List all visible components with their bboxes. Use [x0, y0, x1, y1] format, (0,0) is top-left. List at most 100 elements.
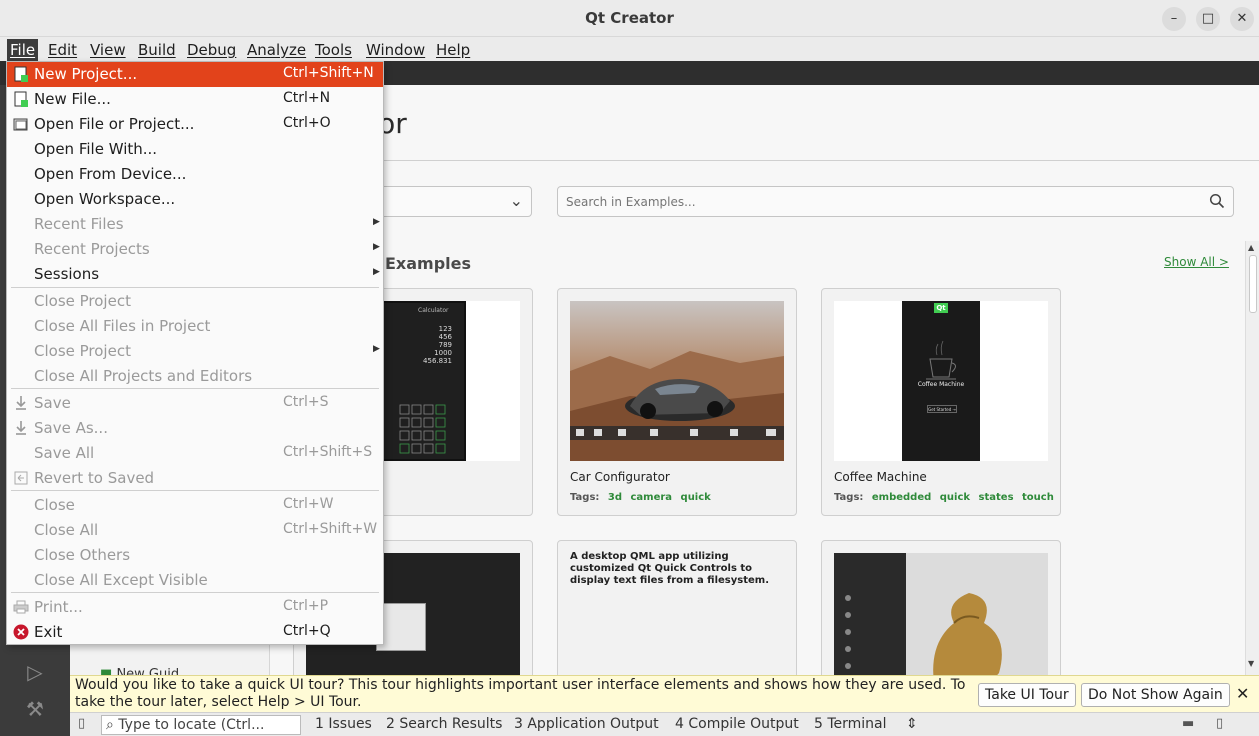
- open-folder-icon: [13, 118, 28, 131]
- tag-link[interactable]: embedded: [872, 492, 931, 503]
- menu-item-open-workspace[interactable]: Open Workspace...: [7, 187, 383, 212]
- menu-file[interactable]: File: [7, 39, 39, 61]
- toggle-right-sidebar-icon[interactable]: ▯: [1216, 716, 1223, 731]
- menu-help[interactable]: Help: [433, 39, 473, 61]
- minimize-button[interactable]: –: [1162, 7, 1186, 31]
- tab-issues[interactable]: 1 Issues: [315, 716, 372, 732]
- menu-item-save-as[interactable]: Save As...: [7, 416, 383, 441]
- toggle-sidebar-icon[interactable]: ▯: [78, 716, 85, 731]
- chevron-down-icon: ⌄: [509, 191, 523, 210]
- menu-item-open-file-with[interactable]: Open File With...: [7, 137, 383, 162]
- menu-item-new-file[interactable]: New File... Ctrl+N: [7, 87, 383, 112]
- run-debug-icon[interactable]: ▷: [24, 660, 46, 684]
- section-title: Examples: [385, 254, 472, 273]
- vertical-scrollbar[interactable]: ▲ ▼: [1245, 241, 1259, 675]
- menu-item-open-file-or-project[interactable]: Open File or Project... Ctrl+O: [7, 112, 383, 137]
- example-tags: Tags: 3d camera quick: [570, 492, 711, 503]
- menu-item-recent-projects[interactable]: Recent Projects ▶: [7, 237, 383, 262]
- menu-item-close-all[interactable]: Close All Ctrl+Shift+W: [7, 518, 383, 543]
- do-not-show-again-button[interactable]: Do Not Show Again: [1081, 683, 1230, 707]
- divider: [270, 160, 1259, 161]
- menu-item-close-all-files-in-project[interactable]: Close All Files in Project: [7, 314, 383, 339]
- menu-item-close-all-except-visible[interactable]: Close All Except Visible: [7, 568, 383, 593]
- progress-toggle-icon[interactable]: ▬: [1182, 716, 1194, 731]
- tour-message: Would you like to take a quick UI tour? …: [75, 677, 966, 710]
- tag-link[interactable]: quick: [681, 492, 711, 503]
- printer-icon: [13, 600, 29, 614]
- menu-item-close-project[interactable]: Close Project: [7, 289, 383, 314]
- more-tabs-icon[interactable]: ⇕: [906, 716, 918, 732]
- status-bar: ▯ ⌕ Type to locate (Ctrl... 1 Issues 2 S…: [70, 712, 1259, 736]
- tag-link[interactable]: states: [979, 492, 1014, 503]
- menu-item-close[interactable]: Close Ctrl+W: [7, 493, 383, 518]
- coffee-cup-icon: [926, 340, 956, 380]
- submenu-arrow-icon: ▶: [373, 242, 380, 252]
- save-as-icon: [16, 421, 26, 435]
- car-image: [570, 301, 784, 461]
- menu-item-print[interactable]: Print... Ctrl+P: [7, 595, 383, 620]
- search-icon: ⌕: [106, 717, 114, 733]
- example-name: Coffee Machine: [834, 470, 927, 484]
- ui-tour-infobar: Would you like to take a quick UI tour? …: [70, 675, 1259, 712]
- submenu-arrow-icon: ▶: [373, 217, 380, 227]
- tag-link[interactable]: 3d: [608, 492, 622, 503]
- menu-separator: [11, 388, 379, 389]
- tag-link[interactable]: camera: [630, 492, 672, 503]
- build-hammer-icon[interactable]: ⚒: [24, 697, 46, 721]
- submenu-arrow-icon: ▶: [373, 344, 380, 354]
- menu-item-new-project[interactable]: New Project... Ctrl+Shift+N: [7, 62, 383, 87]
- tab-search-results[interactable]: 2 Search Results: [386, 716, 502, 732]
- tab-compile-output[interactable]: 4 Compile Output: [675, 716, 799, 732]
- example-card-coffee-machine[interactable]: Qt Coffee Machine Get Started → Coffee M…: [821, 288, 1061, 516]
- menu-item-save[interactable]: Save Ctrl+S: [7, 391, 383, 416]
- show-all-link[interactable]: Show All >: [1164, 255, 1229, 269]
- locator-input[interactable]: ⌕ Type to locate (Ctrl...: [101, 715, 301, 735]
- take-ui-tour-button[interactable]: Take UI Tour: [978, 683, 1076, 707]
- new-file-icon: [14, 91, 28, 107]
- menu-tools[interactable]: Tools: [312, 39, 355, 61]
- welcome-main: ator ⌄ Examples Show All > Calculator 12…: [270, 85, 1259, 703]
- menu-item-recent-files[interactable]: Recent Files ▶: [7, 212, 383, 237]
- menu-edit[interactable]: Edit: [45, 39, 80, 61]
- menu-build[interactable]: Build: [135, 39, 179, 61]
- tag-link[interactable]: touch: [1022, 492, 1054, 503]
- submenu-arrow-icon: ▶: [373, 267, 380, 277]
- menu-item-revert-to-saved[interactable]: Revert to Saved: [7, 466, 383, 491]
- menu-item-close-all-projects-and-editors[interactable]: Close All Projects and Editors: [7, 364, 383, 389]
- scroll-down-icon[interactable]: ▼: [1248, 659, 1254, 668]
- menu-item-open-from-device[interactable]: Open From Device...: [7, 162, 383, 187]
- menu-separator: [11, 592, 379, 593]
- close-window-button[interactable]: ✕: [1230, 7, 1254, 31]
- menu-item-close-project-submenu[interactable]: Close Project ▶: [7, 339, 383, 364]
- example-description: A desktop QML app utilizing customized Q…: [570, 551, 770, 586]
- car-configurator-thumbnail: [570, 301, 784, 461]
- menu-item-save-all[interactable]: Save All Ctrl+Shift+S: [7, 441, 383, 466]
- menu-separator: [11, 490, 379, 491]
- example-tags: Tags: embedded quick states touch: [834, 492, 1054, 503]
- tab-application-output[interactable]: 3 Application Output: [514, 716, 659, 732]
- menu-item-exit[interactable]: Exit Ctrl+Q: [7, 620, 383, 645]
- examples-search[interactable]: [557, 186, 1234, 217]
- window-title: Qt Creator: [585, 9, 674, 27]
- scrollbar-thumb[interactable]: [1249, 255, 1257, 313]
- scroll-up-icon[interactable]: ▲: [1248, 243, 1254, 252]
- tag-link[interactable]: quick: [940, 492, 970, 503]
- tab-terminal[interactable]: 5 Terminal: [814, 716, 887, 732]
- menu-bar: File Edit View Build Debug Analyze Tools…: [0, 37, 1259, 61]
- close-icon[interactable]: ✕: [1236, 684, 1249, 703]
- menu-window[interactable]: Window: [363, 39, 428, 61]
- menu-debug[interactable]: Debug: [184, 39, 239, 61]
- maximize-button[interactable]: □: [1196, 7, 1220, 31]
- example-card-car-configurator[interactable]: Car Configurator Tags: 3d camera quick: [557, 288, 797, 516]
- title-bar: Qt Creator – □ ✕: [0, 0, 1259, 37]
- example-name: Car Configurator: [570, 470, 670, 484]
- menu-analyze[interactable]: Analyze: [244, 39, 309, 61]
- exit-icon: [13, 624, 29, 640]
- keypad-graphic: [399, 404, 446, 454]
- revert-icon: [14, 471, 28, 485]
- menu-item-sessions[interactable]: Sessions ▶: [7, 262, 383, 287]
- menu-item-close-others[interactable]: Close Others: [7, 543, 383, 568]
- search-input[interactable]: [566, 192, 1186, 212]
- save-icon: [16, 396, 26, 410]
- menu-view[interactable]: View: [87, 39, 129, 61]
